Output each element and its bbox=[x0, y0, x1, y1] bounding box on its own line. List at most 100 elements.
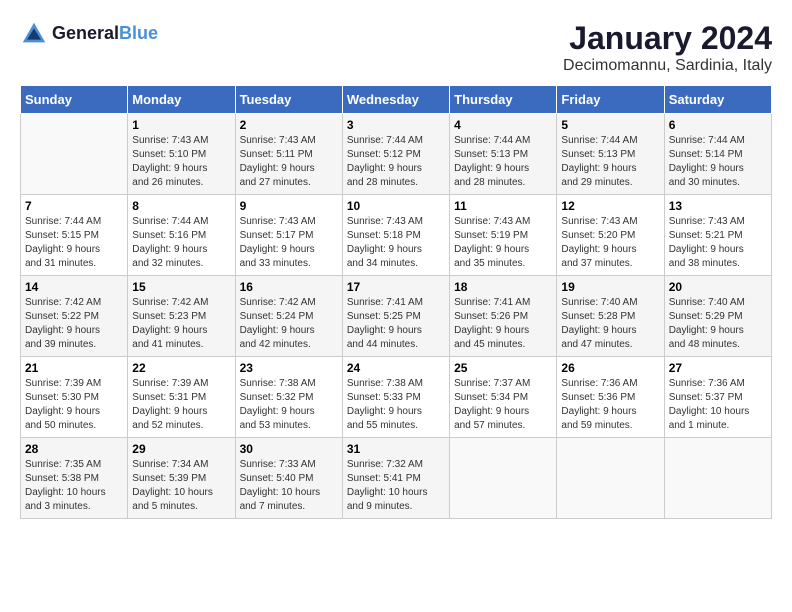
calendar-cell: 29 Sunrise: 7:34 AMSunset: 5:39 PMDayligh… bbox=[128, 438, 235, 519]
calendar-cell: 26Sunrise: 7:36 AMSunset: 5:36 PMDayligh… bbox=[557, 357, 664, 438]
day-info: Sunrise: 7:43 AMSunset: 5:18 PMDaylight:… bbox=[347, 215, 445, 271]
calendar-cell: 7Sunrise: 7:44 AMSunset: 5:15 PMDaylight… bbox=[21, 195, 128, 276]
day-info: Sunrise: 7:44 AMSunset: 5:14 PMDaylight:… bbox=[669, 134, 767, 190]
weekday-header: Friday bbox=[557, 86, 664, 114]
day-number: 16 bbox=[240, 280, 338, 294]
calendar-cell: 6 Sunrise: 7:44 AMSunset: 5:14 PMDaylight… bbox=[664, 114, 771, 195]
calendar-cell: 9 Sunrise: 7:43 AMSunset: 5:17 PMDaylight… bbox=[235, 195, 342, 276]
day-info: Sunrise: 7:40 AMSunset: 5:28 PMDaylight:… bbox=[561, 296, 659, 352]
day-info: Sunrise: 7:44 AMSunset: 5:15 PMDaylight:… bbox=[25, 215, 123, 271]
day-number: 13 bbox=[669, 199, 767, 213]
day-number: 26 bbox=[561, 361, 659, 375]
day-number: 1 bbox=[132, 118, 230, 132]
day-info: Sunrise: 7:32 AMSunset: 5:41 PMDaylight:… bbox=[347, 458, 445, 514]
day-info: Sunrise: 7:39 AMSunset: 5:31 PMDaylight:… bbox=[132, 377, 230, 433]
day-info: Sunrise: 7:42 AMSunset: 5:23 PMDaylight:… bbox=[132, 296, 230, 352]
day-number: 31 bbox=[347, 442, 445, 456]
calendar-week-row: 21 Sunrise: 7:39 AMSunset: 5:30 PMDayligh… bbox=[21, 357, 772, 438]
calendar-cell: 11 Sunrise: 7:43 AMSunset: 5:19 PMDayligh… bbox=[450, 195, 557, 276]
day-number: 3 bbox=[347, 118, 445, 132]
logo: GeneralBlue bbox=[20, 20, 158, 48]
calendar-cell: 25 Sunrise: 7:37 AMSunset: 5:34 PMDayligh… bbox=[450, 357, 557, 438]
calendar-cell: 21 Sunrise: 7:39 AMSunset: 5:30 PMDayligh… bbox=[21, 357, 128, 438]
day-number: 21 bbox=[25, 361, 123, 375]
weekday-header-row: SundayMondayTuesdayWednesdayThursdayFrid… bbox=[21, 86, 772, 114]
day-number: 27 bbox=[669, 361, 767, 375]
day-number: 11 bbox=[454, 199, 552, 213]
calendar-cell: 23Sunrise: 7:38 AMSunset: 5:32 PMDayligh… bbox=[235, 357, 342, 438]
day-number: 2 bbox=[240, 118, 338, 132]
day-info: Sunrise: 7:33 AMSunset: 5:40 PMDaylight:… bbox=[240, 458, 338, 514]
calendar-cell: 4Sunrise: 7:44 AMSunset: 5:13 PMDaylight… bbox=[450, 114, 557, 195]
calendar-cell: 28Sunrise: 7:35 AMSunset: 5:38 PMDayligh… bbox=[21, 438, 128, 519]
calendar-cell: 22 Sunrise: 7:39 AMSunset: 5:31 PMDayligh… bbox=[128, 357, 235, 438]
calendar-table: SundayMondayTuesdayWednesdayThursdayFrid… bbox=[20, 85, 772, 519]
calendar-cell: 30 Sunrise: 7:33 AMSunset: 5:40 PMDayligh… bbox=[235, 438, 342, 519]
calendar-cell bbox=[450, 438, 557, 519]
day-number: 4 bbox=[454, 118, 552, 132]
day-number: 6 bbox=[669, 118, 767, 132]
day-info: Sunrise: 7:41 AMSunset: 5:26 PMDaylight:… bbox=[454, 296, 552, 352]
day-info: Sunrise: 7:43 AMSunset: 5:11 PMDaylight:… bbox=[240, 134, 338, 190]
calendar-week-row: 28Sunrise: 7:35 AMSunset: 5:38 PMDayligh… bbox=[21, 438, 772, 519]
day-info: Sunrise: 7:43 AMSunset: 5:21 PMDaylight:… bbox=[669, 215, 767, 271]
calendar-cell: 10 Sunrise: 7:43 AMSunset: 5:18 PMDayligh… bbox=[342, 195, 449, 276]
calendar-cell: 5 Sunrise: 7:44 AMSunset: 5:13 PMDaylight… bbox=[557, 114, 664, 195]
calendar-cell: 31 Sunrise: 7:32 AMSunset: 5:41 PMDayligh… bbox=[342, 438, 449, 519]
calendar-week-row: 14Sunrise: 7:42 AMSunset: 5:22 PMDayligh… bbox=[21, 276, 772, 357]
weekday-header: Wednesday bbox=[342, 86, 449, 114]
day-info: Sunrise: 7:36 AMSunset: 5:37 PMDaylight:… bbox=[669, 377, 767, 433]
day-info: Sunrise: 7:44 AMSunset: 5:13 PMDaylight:… bbox=[561, 134, 659, 190]
day-info: Sunrise: 7:39 AMSunset: 5:30 PMDaylight:… bbox=[25, 377, 123, 433]
day-number: 19 bbox=[561, 280, 659, 294]
day-info: Sunrise: 7:43 AMSunset: 5:17 PMDaylight:… bbox=[240, 215, 338, 271]
calendar-cell: 3 Sunrise: 7:44 AMSunset: 5:12 PMDaylight… bbox=[342, 114, 449, 195]
calendar-cell: 15 Sunrise: 7:42 AMSunset: 5:23 PMDayligh… bbox=[128, 276, 235, 357]
calendar-cell: 12Sunrise: 7:43 AMSunset: 5:20 PMDayligh… bbox=[557, 195, 664, 276]
calendar-cell: 13 Sunrise: 7:43 AMSunset: 5:21 PMDayligh… bbox=[664, 195, 771, 276]
calendar-cell bbox=[21, 114, 128, 195]
calendar-cell: 17Sunrise: 7:41 AMSunset: 5:25 PMDayligh… bbox=[342, 276, 449, 357]
day-info: Sunrise: 7:44 AMSunset: 5:12 PMDaylight:… bbox=[347, 134, 445, 190]
weekday-header: Monday bbox=[128, 86, 235, 114]
weekday-header: Sunday bbox=[21, 86, 128, 114]
day-number: 25 bbox=[454, 361, 552, 375]
calendar-cell bbox=[557, 438, 664, 519]
calendar-cell: 20 Sunrise: 7:40 AMSunset: 5:29 PMDayligh… bbox=[664, 276, 771, 357]
calendar-cell: 24 Sunrise: 7:38 AMSunset: 5:33 PMDayligh… bbox=[342, 357, 449, 438]
page-header: GeneralBlue January 2024 Decimomannu, Sa… bbox=[20, 20, 772, 75]
calendar-cell: 27 Sunrise: 7:36 AMSunset: 5:37 PMDayligh… bbox=[664, 357, 771, 438]
day-info: Sunrise: 7:43 AMSunset: 5:20 PMDaylight:… bbox=[561, 215, 659, 271]
month-title: January 2024 bbox=[563, 20, 772, 57]
day-info: Sunrise: 7:43 AMSunset: 5:19 PMDaylight:… bbox=[454, 215, 552, 271]
day-number: 24 bbox=[347, 361, 445, 375]
day-info: Sunrise: 7:38 AMSunset: 5:32 PMDaylight:… bbox=[240, 377, 338, 433]
day-number: 28 bbox=[25, 442, 123, 456]
day-number: 15 bbox=[132, 280, 230, 294]
calendar-cell: 1 Sunrise: 7:43 AMSunset: 5:10 PMDaylight… bbox=[128, 114, 235, 195]
day-info: Sunrise: 7:38 AMSunset: 5:33 PMDaylight:… bbox=[347, 377, 445, 433]
day-number: 30 bbox=[240, 442, 338, 456]
day-number: 5 bbox=[561, 118, 659, 132]
day-number: 29 bbox=[132, 442, 230, 456]
day-number: 8 bbox=[132, 199, 230, 213]
day-number: 17 bbox=[347, 280, 445, 294]
day-number: 14 bbox=[25, 280, 123, 294]
calendar-cell: 14Sunrise: 7:42 AMSunset: 5:22 PMDayligh… bbox=[21, 276, 128, 357]
logo-icon bbox=[20, 20, 48, 48]
calendar-week-row: 7Sunrise: 7:44 AMSunset: 5:15 PMDaylight… bbox=[21, 195, 772, 276]
day-number: 9 bbox=[240, 199, 338, 213]
day-info: Sunrise: 7:34 AMSunset: 5:39 PMDaylight:… bbox=[132, 458, 230, 514]
day-number: 10 bbox=[347, 199, 445, 213]
calendar-cell: 19 Sunrise: 7:40 AMSunset: 5:28 PMDayligh… bbox=[557, 276, 664, 357]
calendar-cell: 2 Sunrise: 7:43 AMSunset: 5:11 PMDaylight… bbox=[235, 114, 342, 195]
logo-text: GeneralBlue bbox=[52, 24, 158, 44]
day-number: 18 bbox=[454, 280, 552, 294]
day-number: 20 bbox=[669, 280, 767, 294]
day-info: Sunrise: 7:40 AMSunset: 5:29 PMDaylight:… bbox=[669, 296, 767, 352]
day-number: 22 bbox=[132, 361, 230, 375]
calendar-cell: 18 Sunrise: 7:41 AMSunset: 5:26 PMDayligh… bbox=[450, 276, 557, 357]
location: Decimomannu, Sardinia, Italy bbox=[563, 57, 772, 75]
day-info: Sunrise: 7:43 AMSunset: 5:10 PMDaylight:… bbox=[132, 134, 230, 190]
day-info: Sunrise: 7:37 AMSunset: 5:34 PMDaylight:… bbox=[454, 377, 552, 433]
